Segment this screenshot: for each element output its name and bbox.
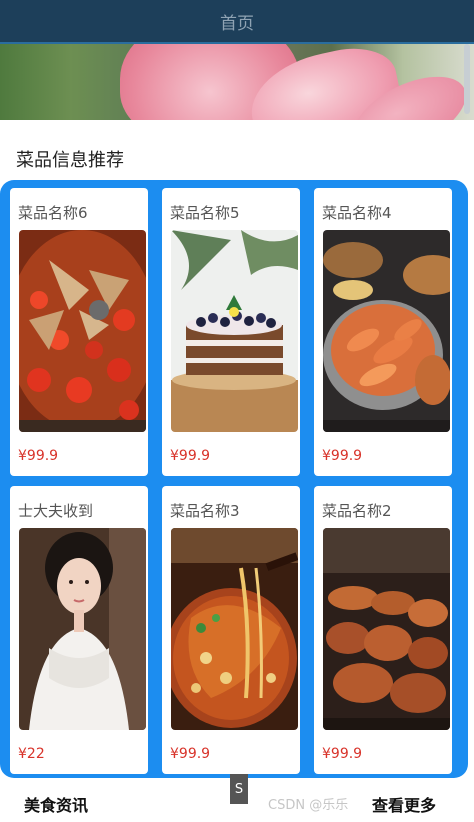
watermark: CSDN @乐乐 [268,798,349,813]
dish-card[interactable]: 菜品名称6 ¥99.9 [10,188,148,476]
noodle-pot-image[interactable] [171,528,298,730]
dish-card[interactable]: 菜品名称3 ¥99.9 [162,486,300,774]
dish-price: ¥99.9 [322,448,363,464]
spicy-chicken-image[interactable] [19,230,146,432]
page-title: 首页 [220,13,254,34]
side-tab[interactable]: S [230,774,248,804]
portrait-image[interactable] [19,528,146,730]
dish-name: 菜品名称5 [170,204,240,222]
dish-card[interactable]: 士大夫收到 ¥22 [10,486,148,774]
dish-name: 菜品名称4 [322,204,392,222]
dish-name: 菜品名称2 [322,502,392,520]
dish-grid: 菜品名称6 ¥99.9 菜品名称5 ¥99.9 菜品名称4 ¥99.9 士大夫收… [0,180,468,778]
cake-image[interactable] [171,230,298,432]
dish-price: ¥99.9 [170,448,211,464]
dish-name: 菜品名称6 [18,204,88,222]
top-nav-bar: 首页 [0,0,474,44]
banner-image[interactable] [0,44,474,120]
view-more-link[interactable]: 查看更多 [372,792,436,816]
dish-price: ¥99.9 [18,448,59,464]
dish-price: ¥99.9 [322,746,363,762]
dish-price: ¥22 [18,746,45,762]
dish-price: ¥99.9 [170,746,211,762]
section-title: 菜品信息推荐 [16,150,124,171]
seafood-platter-image[interactable] [323,230,450,432]
dish-card[interactable]: 菜品名称2 ¥99.9 [314,486,452,774]
grilled-meat-image[interactable] [323,528,450,730]
scrollbar[interactable] [464,44,470,114]
dish-card[interactable]: 菜品名称4 ¥99.9 [314,188,452,476]
dish-card[interactable]: 菜品名称5 ¥99.9 [162,188,300,476]
dish-name: 士大夫收到 [18,502,94,520]
food-news-title: 美食资讯 [24,796,89,815]
footer-bar: 美食资讯 S CSDN @乐乐 查看更多 [0,774,474,822]
dish-name: 菜品名称3 [170,502,240,520]
